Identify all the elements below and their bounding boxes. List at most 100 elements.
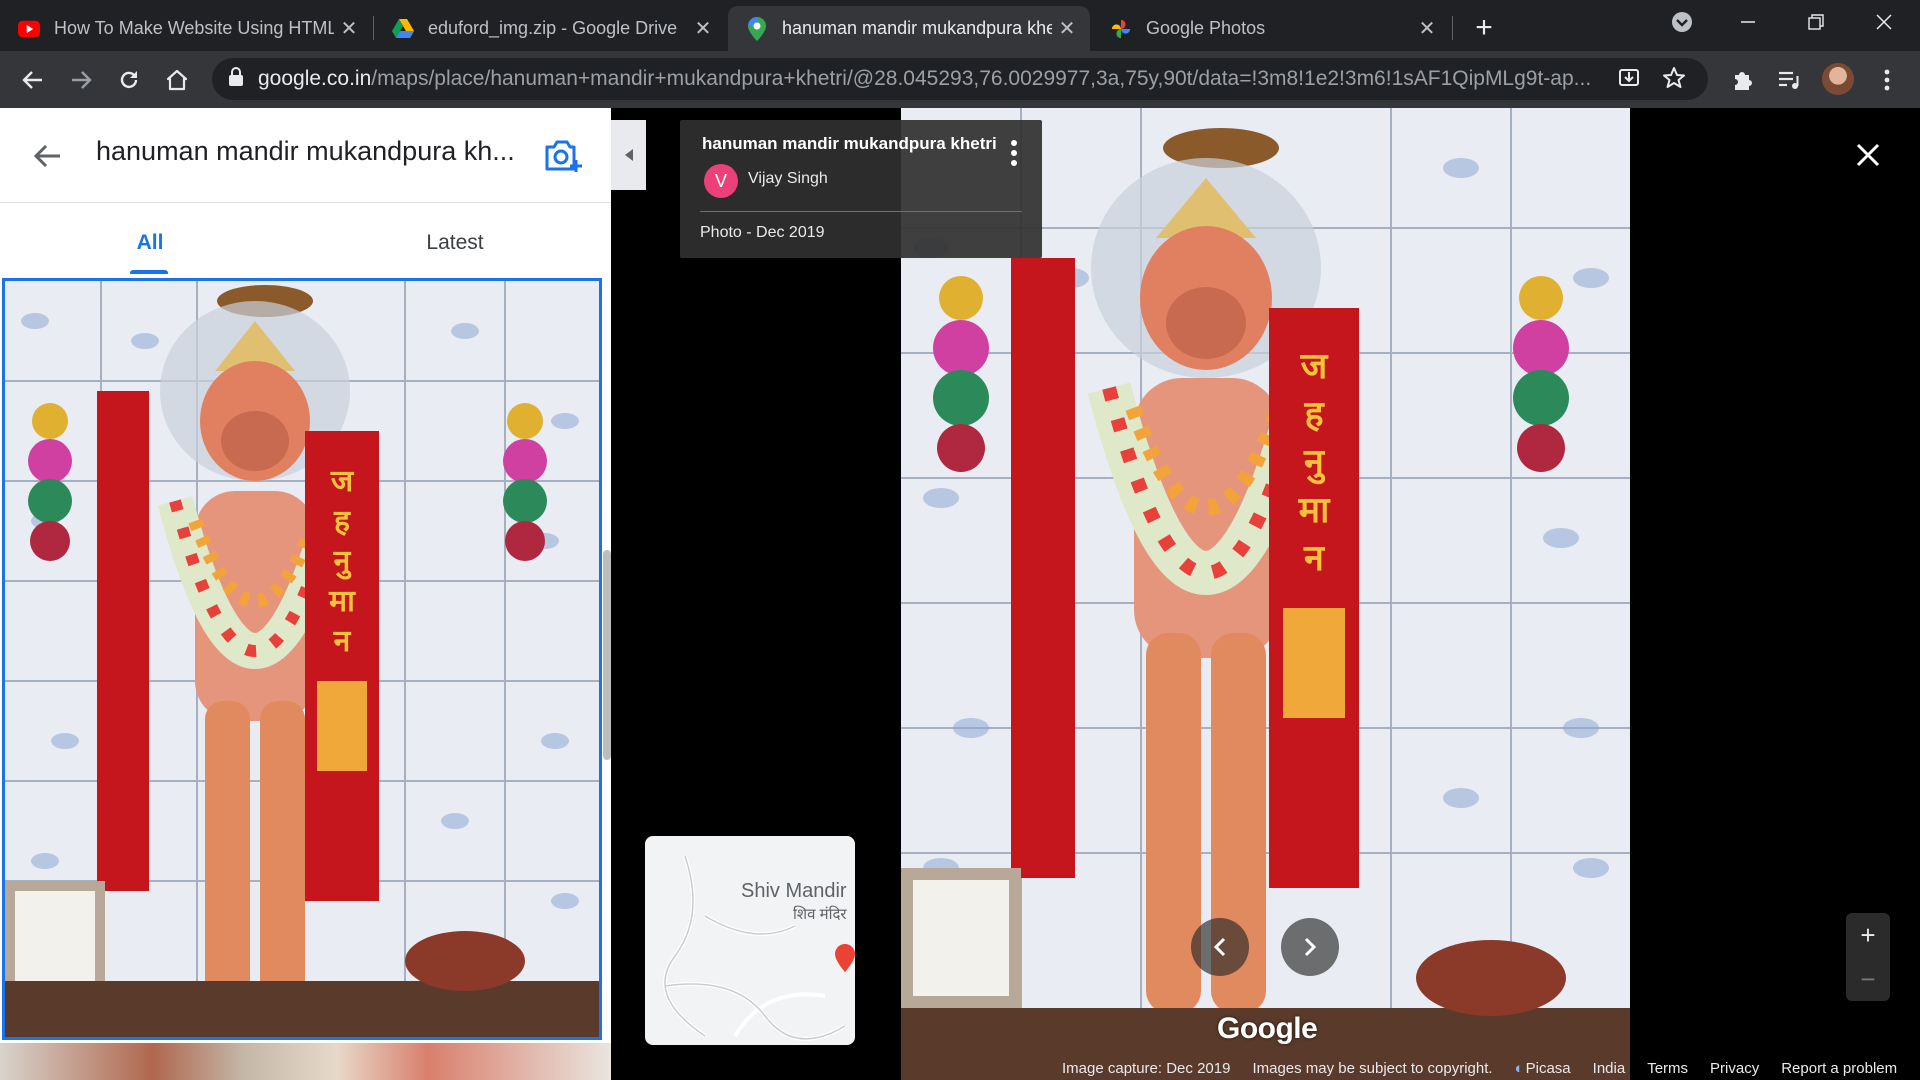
home-button[interactable] <box>158 61 196 99</box>
picasa-link[interactable]: ◐ Picasa <box>1515 1060 1571 1077</box>
chevron-down-icon <box>1672 12 1692 32</box>
profile-avatar[interactable] <box>1822 63 1854 95</box>
photo-thumbnail-selected[interactable]: ज ह नु मा न <box>2 278 602 1040</box>
close-tab-icon[interactable]: ✕ <box>688 16 718 41</box>
add-photo-icon <box>545 140 582 172</box>
home-icon <box>166 69 188 91</box>
url-host: google.co.in <box>258 67 372 90</box>
svg-text:ह: ह <box>333 504 351 539</box>
terms-link[interactable]: Terms <box>1647 1060 1688 1077</box>
address-bar[interactable]: google.co.in/maps/place/hanuman+mandir+m… <box>212 58 1708 100</box>
bookmark-star-icon[interactable] <box>1662 66 1686 95</box>
tab-search-button[interactable] <box>1652 0 1712 44</box>
close-window-button[interactable] <box>1854 0 1914 44</box>
install-icon[interactable] <box>1618 67 1640 94</box>
tab-separator <box>1452 16 1453 40</box>
mini-map[interactable]: Shiv Mandir शिव मंदिर <box>645 836 855 1045</box>
back-button[interactable] <box>14 61 52 99</box>
close-icon <box>1876 14 1892 30</box>
tab-title: hanuman mandir mukandpura khetri <box>782 18 1052 38</box>
picasa-label: Picasa <box>1525 1060 1571 1077</box>
reload-icon <box>120 71 138 89</box>
minimize-button[interactable] <box>1718 0 1778 44</box>
zoom-out-button[interactable]: − <box>1846 957 1890 1001</box>
media-control-button[interactable] <box>1770 61 1808 99</box>
report-problem-link[interactable]: Report a problem <box>1781 1060 1897 1077</box>
tab-latest[interactable]: Latest <box>305 203 605 283</box>
copyright-notice: Images may be subject to copyright. <box>1252 1060 1493 1077</box>
zoom-in-button[interactable]: + <box>1846 913 1890 957</box>
collapse-panel-button[interactable] <box>611 120 646 190</box>
extensions-button[interactable] <box>1724 61 1762 99</box>
close-icon <box>1856 143 1880 167</box>
svg-text:ह: ह <box>1303 394 1325 435</box>
panel-title: hanuman mandir mukandpura kh... <box>96 136 515 166</box>
map-label: Shiv Mandir <box>741 880 847 902</box>
place-title[interactable]: hanuman mandir mukandpura khetri <box>702 134 1002 154</box>
svg-text:ज: ज <box>330 464 355 499</box>
restore-icon <box>1808 14 1824 30</box>
tab-google-drive[interactable]: eduford_img.zip - Google Drive ✕ <box>374 6 726 51</box>
minimize-icon <box>1741 21 1755 23</box>
tab-youtube[interactable]: How To Make Website Using HTML ✕ <box>0 6 372 51</box>
more-options-button[interactable] <box>1006 138 1022 168</box>
picasa-icon: ◐ <box>1514 1060 1524 1077</box>
google-maps-icon <box>746 16 768 41</box>
arrow-left-icon <box>22 71 42 89</box>
arrow-right-icon <box>72 71 92 89</box>
back-button[interactable] <box>30 138 66 174</box>
tab-title: How To Make Website Using HTML <box>54 18 334 38</box>
photo-list-panel: hanuman mandir mukandpura kh... All Late… <box>0 108 611 1080</box>
url-path: /maps/place/hanuman+mandir+mukandpura+kh… <box>371 67 1592 90</box>
scrollbar-thumb[interactable] <box>603 550 611 760</box>
chevron-left-icon <box>1213 937 1226 957</box>
google-drive-icon <box>392 18 414 40</box>
lock-icon[interactable] <box>228 66 244 92</box>
next-photo-button[interactable] <box>1281 918 1339 976</box>
youtube-icon <box>18 18 40 40</box>
close-tab-icon[interactable]: ✕ <box>1412 16 1442 41</box>
google-photos-icon <box>1110 18 1132 40</box>
map-roads <box>663 855 855 1041</box>
add-photo-button[interactable] <box>544 138 582 174</box>
photo-thumbnail[interactable] <box>0 1043 611 1080</box>
zoom-control: + − <box>1846 913 1890 1001</box>
close-viewer-button[interactable] <box>1848 135 1888 175</box>
close-tab-icon[interactable]: ✕ <box>1052 16 1082 41</box>
contributor-name[interactable]: Vijay Singh <box>748 170 828 188</box>
more-vert-icon <box>1011 140 1017 166</box>
new-tab-button[interactable]: + <box>1466 10 1502 46</box>
svg-text:नु: नु <box>1303 442 1326 485</box>
svg-text:न: न <box>1303 538 1326 579</box>
close-tab-icon[interactable]: ✕ <box>334 16 364 41</box>
hanuman-idol-image: ज ह नु मा न <box>5 281 599 1037</box>
tab-google-maps[interactable]: hanuman mandir mukandpura khetri ✕ <box>728 6 1090 51</box>
chevron-right-icon <box>1304 937 1317 957</box>
contributor-avatar[interactable]: V <box>704 164 738 198</box>
google-watermark: Google <box>1217 1012 1318 1045</box>
photo-info-card: hanuman mandir mukandpura khetri V Vijay… <box>680 120 1042 258</box>
photo-date: Photo - Dec 2019 <box>700 224 825 241</box>
browser-toolbar: google.co.in/maps/place/hanuman+mandir+m… <box>0 51 1920 108</box>
privacy-link[interactable]: Privacy <box>1710 1060 1759 1077</box>
tab-google-photos[interactable]: Google Photos ✕ <box>1092 6 1450 51</box>
reload-button[interactable] <box>110 61 148 99</box>
image-capture-date: Image capture: Dec 2019 <box>1062 1060 1231 1077</box>
panel-tabs: All Latest <box>0 203 611 283</box>
svg-text:मा: मा <box>1298 490 1332 531</box>
restore-button[interactable] <box>1786 0 1846 44</box>
previous-photo-button[interactable] <box>1191 918 1249 976</box>
more-vert-icon <box>1884 69 1890 91</box>
chrome-menu-button[interactable] <box>1868 61 1906 99</box>
tab-title: Google Photos <box>1146 18 1266 38</box>
active-tab-indicator <box>130 270 168 274</box>
chevron-left-icon <box>624 149 633 161</box>
country-link[interactable]: India <box>1593 1060 1626 1077</box>
temple-photo: ज ह नु मा न <box>5 281 599 1037</box>
map-label-hindi: शिव मंदिर <box>793 906 847 923</box>
svg-text:मा: मा <box>328 584 356 619</box>
forward-button[interactable] <box>62 61 100 99</box>
puzzle-icon <box>1735 72 1752 90</box>
svg-text:न: न <box>333 624 352 659</box>
url-text: google.co.in/maps/place/hanuman+mandir+m… <box>258 67 1628 91</box>
